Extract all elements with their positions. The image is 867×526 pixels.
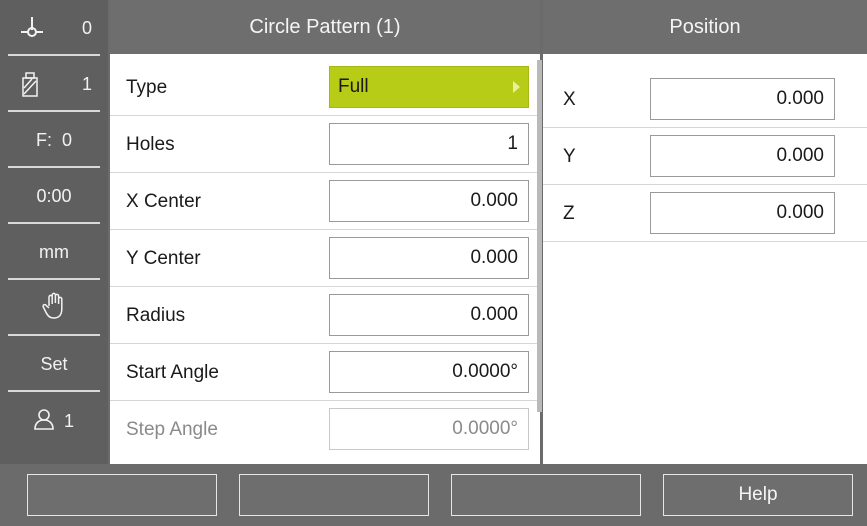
y-center-label: Y Center: [126, 247, 201, 269]
position-title: Position: [543, 0, 867, 54]
form-scrollbar[interactable]: [537, 60, 542, 412]
tool-icon: [20, 72, 40, 103]
feed-rate: F: 0: [35, 129, 72, 150]
set-status[interactable]: Set: [8, 338, 100, 392]
axis-y-label: Y: [563, 145, 576, 167]
start-angle-field[interactable]: 0.0000°: [329, 351, 529, 393]
radius-field[interactable]: 0.000: [329, 294, 529, 336]
holes-label: Holes: [126, 133, 175, 155]
step-angle-field: 0.0000°: [329, 408, 529, 450]
y-center-field[interactable]: 0.000: [329, 237, 529, 279]
circle-pattern-panel: Circle Pattern (1) Type Full Holes 1 X C…: [110, 0, 542, 464]
position-row-z: Z 0.000: [543, 185, 867, 242]
position-panel: Position X 0.000 Y 0.000 Z 0.000: [543, 0, 867, 464]
form-row-type: Type Full: [110, 59, 540, 116]
datum-status[interactable]: 0: [8, 2, 100, 56]
user-status[interactable]: 1: [8, 394, 100, 448]
x-center-field[interactable]: 0.000: [329, 180, 529, 222]
form-row-start-angle: Start Angle 0.0000°: [110, 344, 540, 401]
axis-x-label: X: [563, 88, 576, 110]
set-label: Set: [40, 353, 68, 374]
softkey-bar: Help: [0, 464, 867, 526]
manual-mode-status[interactable]: [8, 282, 100, 336]
app-frame: 0 1 F: 0 0:00 mm Set 1 Circle Pattern (1…: [0, 0, 867, 526]
stopwatch-status[interactable]: 0:00: [8, 170, 100, 224]
axis-z-value: 0.000: [650, 192, 835, 234]
unit-label: mm: [39, 241, 69, 262]
tool-number: 1: [81, 73, 92, 94]
unit-status[interactable]: mm: [8, 226, 100, 280]
help-button[interactable]: Help: [663, 474, 853, 516]
stopwatch-time: 0:00: [36, 185, 72, 206]
position-row-y: Y 0.000: [543, 128, 867, 185]
holes-field[interactable]: 1: [329, 123, 529, 165]
axis-x-value: 0.000: [650, 78, 835, 120]
softkey-1[interactable]: [27, 474, 217, 516]
x-center-label: X Center: [126, 190, 201, 212]
datum-icon: [20, 16, 44, 47]
radius-label: Radius: [126, 304, 186, 326]
datum-number: 0: [81, 17, 92, 38]
type-label: Type: [126, 76, 168, 98]
form-row-step-angle: Step Angle 0.0000°: [110, 401, 540, 464]
feed-status[interactable]: F: 0: [8, 114, 100, 168]
form-row-holes: Holes 1: [110, 116, 540, 173]
start-angle-label: Start Angle: [126, 361, 219, 383]
type-value: Full: [338, 76, 369, 97]
arrow-right-icon: [513, 81, 520, 93]
form-row-x-center: X Center 0.000: [110, 173, 540, 230]
tool-status[interactable]: 1: [8, 58, 100, 112]
form-row-radius: Radius 0.000: [110, 287, 540, 344]
softkey-3[interactable]: [451, 474, 641, 516]
softkey-2[interactable]: [239, 474, 429, 516]
status-bar: 0 1 F: 0 0:00 mm Set 1: [0, 0, 108, 464]
type-select[interactable]: Full: [329, 66, 529, 108]
step-angle-label: Step Angle: [126, 418, 218, 440]
user-number: 1: [63, 410, 74, 431]
hand-icon: [42, 292, 66, 325]
form-title: Circle Pattern (1): [110, 0, 540, 54]
user-icon: [34, 408, 58, 435]
axis-z-label: Z: [563, 202, 575, 224]
form-row-y-center: Y Center 0.000: [110, 230, 540, 287]
position-row-x: X 0.000: [543, 71, 867, 128]
axis-y-value: 0.000: [650, 135, 835, 177]
